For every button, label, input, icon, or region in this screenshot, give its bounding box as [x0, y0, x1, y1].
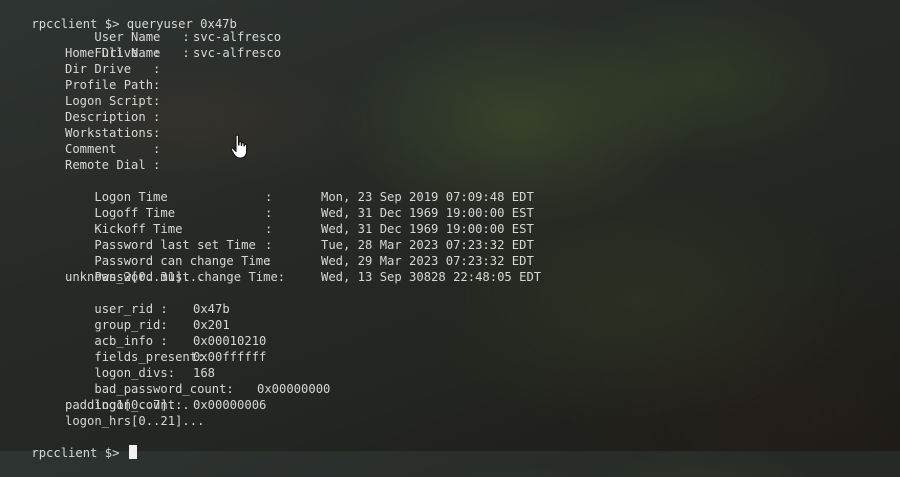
time-kickoff: Kickoff Time: Wed, 31 Dec 1969 19:00:00 E… [65, 205, 533, 236]
field-workstations: Workstations: [65, 125, 160, 141]
field-label: Remote Dial : [65, 158, 161, 172]
field-label: Workstations: [65, 126, 161, 140]
time-value: Wed, 13 Sep 30828 22:48:05 EDT [321, 270, 542, 284]
text-cursor[interactable] [128, 445, 137, 459]
time-value: Wed, 29 Mar 2023 07:23:32 EDT [321, 254, 534, 268]
field-comment: Comment : [65, 141, 160, 157]
input-line[interactable]: rpcclient $> [2, 429, 137, 460]
time-colon: : [265, 190, 273, 204]
field-group-rid: group_rid: 0x201 [65, 301, 229, 332]
time-colon: : [265, 222, 273, 236]
field-fields-present: fields_present: 0x00ffffff [65, 333, 266, 364]
field-user-name: User Name : svc-alfresco [65, 13, 281, 44]
terminal-window[interactable]: rpcclient $> queryuser 0x47b User Name :… [0, 0, 900, 460]
field-padding1: padding1[0..7]... [65, 397, 190, 413]
field-value: 0x00000006 [193, 398, 267, 412]
field-label: Profile Path: [65, 78, 161, 92]
field-value: 0x00ffffff [193, 350, 267, 364]
field-text: unknown_2[0..31]... [65, 270, 205, 284]
time-password-last-set: Password last set Time: Tue, 28 Mar 2023 … [65, 221, 533, 252]
field-logon-script: Logon Script: [65, 93, 160, 109]
field-home-drive: Home Drive : [65, 45, 160, 61]
time-value: Mon, 23 Sep 2019 07:09:48 EDT [321, 190, 534, 204]
time-value: Wed, 31 Dec 1969 19:00:00 EST [321, 222, 534, 236]
time-logon: Logon Time: Mon, 23 Sep 2019 07:09:48 EDT [65, 173, 533, 204]
field-full-name: Full Name : svc-alfresco [65, 29, 281, 60]
time-password-must-change: Password must change Time: Wed, 13 Sep 30… [65, 253, 541, 284]
time-logoff: Logoff Time: Wed, 31 Dec 1969 19:00:00 ES… [65, 189, 533, 220]
time-value: Tue, 28 Mar 2023 07:23:32 EDT [321, 238, 534, 252]
field-logon-count: logon_count: 0x00000006 [65, 381, 266, 412]
field-label: Description : [65, 110, 161, 124]
field-unknown-2: unknown_2[0..31]... [65, 269, 204, 285]
field-description: Description : [65, 109, 160, 125]
field-text: padding1[0..7]... [65, 398, 190, 412]
field-text: logon_hrs[0..21]... [65, 414, 205, 428]
field-value: 0x47b [193, 302, 230, 316]
time-colon: : [265, 206, 273, 220]
field-acb-info: acb_info :0x00010210 [65, 317, 266, 348]
field-label: Dir Drive : [65, 62, 161, 76]
field-bad-password-count: bad_password_count: 0x00000000 [65, 365, 330, 396]
field-value: svc-alfresco [193, 46, 282, 60]
time-password-can-change: Password can change Time: Wed, 29 Mar 202… [65, 237, 533, 268]
field-label: Home Drive : [65, 46, 161, 60]
field-profile-path: Profile Path: [65, 77, 160, 93]
field-value: 0x201 [193, 318, 230, 332]
field-remote-dial: Remote Dial : [65, 157, 160, 173]
field-value: svc-alfresco [193, 30, 282, 44]
field-value: 0x00000000 [257, 382, 331, 396]
field-label: Comment : [65, 142, 161, 156]
field-logon-divs: logon_divs: 168 [65, 349, 215, 380]
field-user-rid: user_rid :0x47b [65, 285, 229, 316]
time-value: Wed, 31 Dec 1969 19:00:00 EST [321, 206, 534, 220]
field-label: Logon Script: [65, 94, 161, 108]
hand-pointer-icon [230, 134, 248, 159]
prompt-text: rpcclient $> [31, 446, 120, 460]
field-dir-drive: Dir Drive : [65, 61, 160, 77]
field-logon-hrs: logon_hrs[0..21]... [65, 413, 204, 429]
